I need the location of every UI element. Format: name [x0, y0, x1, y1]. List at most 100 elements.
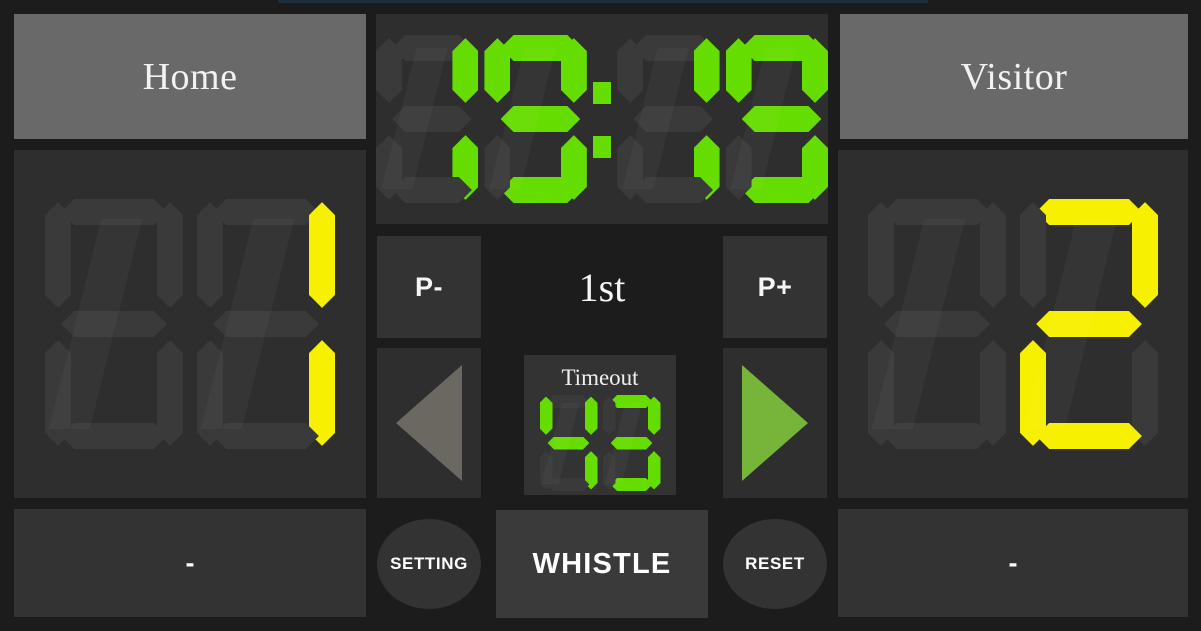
segment-a — [611, 395, 653, 408]
segment-d — [61, 423, 167, 449]
segment-b — [1132, 202, 1158, 308]
segment-d — [884, 423, 990, 449]
timeout-digit-tens — [540, 395, 598, 491]
clock-colon-separator — [592, 35, 612, 203]
colon-dot-top — [592, 82, 612, 105]
segment-b — [309, 202, 335, 308]
segment-g — [213, 311, 319, 337]
segment-g — [742, 106, 822, 132]
segment-e — [45, 340, 71, 446]
visitor-score-digit-tens — [868, 199, 1006, 449]
segment-f — [376, 38, 402, 103]
segment-d — [501, 177, 581, 203]
segment-a — [548, 395, 590, 408]
segment-e — [868, 340, 894, 446]
timeout-panel[interactable]: Timeout — [524, 355, 676, 495]
segment-b — [157, 202, 183, 308]
home-team-header[interactable]: Home — [14, 14, 366, 139]
segment-e — [540, 451, 553, 489]
period-value: 1st — [578, 264, 626, 310]
segment-b — [452, 38, 478, 103]
segment-a — [61, 199, 167, 225]
segment-f — [484, 38, 510, 103]
segment-d — [742, 177, 822, 203]
game-clock-panel[interactable] — [376, 14, 828, 224]
segment-b — [561, 38, 587, 103]
clock-minutes-tens-digit — [376, 35, 478, 203]
segment-d — [611, 478, 653, 491]
segment-g — [884, 311, 990, 337]
segment-b — [802, 38, 828, 103]
segment-g — [61, 311, 167, 337]
segment-f — [540, 397, 553, 435]
segment-f — [726, 38, 752, 103]
segment-g — [1036, 311, 1142, 337]
setting-button[interactable]: SETTING — [377, 519, 481, 609]
segment-g — [392, 106, 472, 132]
home-team-name: Home — [142, 55, 238, 98]
home-score-digit-tens — [45, 199, 183, 449]
segment-c — [157, 340, 183, 446]
segment-g — [633, 106, 713, 132]
segment-c — [1132, 340, 1158, 446]
visitor-fouls-value: - — [1008, 547, 1018, 578]
segment-f — [868, 202, 894, 308]
period-display[interactable]: 1st — [481, 236, 723, 338]
segment-c — [980, 340, 1006, 446]
timeout-label: Timeout — [561, 365, 639, 390]
clock-seconds-tens-digit — [617, 35, 719, 203]
colon-dot-bottom — [592, 135, 612, 158]
period-decrement-label: P- — [415, 271, 443, 302]
segment-e — [484, 135, 510, 200]
segment-a — [213, 199, 319, 225]
segment-e — [617, 135, 643, 200]
segment-f — [197, 202, 223, 308]
segment-e — [1020, 340, 1046, 446]
segment-b — [980, 202, 1006, 308]
segment-a — [1036, 199, 1142, 225]
period-decrement-button[interactable]: P- — [377, 236, 481, 338]
visitor-team-header[interactable]: Visitor — [840, 14, 1188, 139]
whistle-button[interactable]: WHISTLE — [496, 510, 708, 618]
reset-button-label: RESET — [745, 554, 805, 573]
segment-e — [603, 451, 616, 489]
visitor-fouls-bar[interactable]: - — [838, 509, 1188, 617]
home-fouls-bar[interactable]: - — [14, 509, 366, 617]
scoreboard-app: Home - P- 1st P+ Timeout SETTING WHISTLE… — [0, 0, 1201, 631]
possession-right-button[interactable] — [723, 348, 827, 498]
possession-left-button[interactable] — [377, 348, 481, 498]
segment-g — [611, 437, 653, 450]
segment-g — [548, 437, 590, 450]
home-score-panel[interactable] — [14, 150, 366, 498]
segment-g — [501, 106, 581, 132]
clock-minutes-ones-digit — [484, 35, 586, 203]
segment-e — [726, 135, 752, 200]
segment-f — [617, 38, 643, 103]
visitor-score-panel[interactable] — [838, 150, 1188, 498]
segment-e — [376, 135, 402, 200]
segment-b — [648, 397, 661, 435]
segment-a — [884, 199, 990, 225]
segment-b — [694, 38, 720, 103]
reset-button[interactable]: RESET — [723, 519, 827, 609]
visitor-score-digit-ones — [1020, 199, 1158, 449]
whistle-button-label: WHISTLE — [532, 547, 672, 580]
home-score-digit-ones — [197, 199, 335, 449]
triangle-right-icon — [742, 365, 808, 481]
triangle-left-icon — [396, 365, 462, 481]
segment-d — [548, 478, 590, 491]
visitor-team-name: Visitor — [960, 55, 1068, 98]
timeout-digit-ones — [603, 395, 661, 491]
segment-b — [585, 397, 598, 435]
period-increment-label: P+ — [757, 271, 793, 302]
segment-d — [213, 423, 319, 449]
segment-d — [392, 177, 472, 203]
segment-d — [1036, 423, 1142, 449]
period-increment-button[interactable]: P+ — [723, 236, 827, 338]
home-fouls-value: - — [185, 547, 195, 578]
segment-c — [309, 340, 335, 446]
segment-f — [603, 397, 616, 435]
setting-button-label: SETTING — [390, 554, 468, 573]
status-bar-accent-line — [278, 0, 928, 3]
clock-seconds-ones-digit — [726, 35, 828, 203]
